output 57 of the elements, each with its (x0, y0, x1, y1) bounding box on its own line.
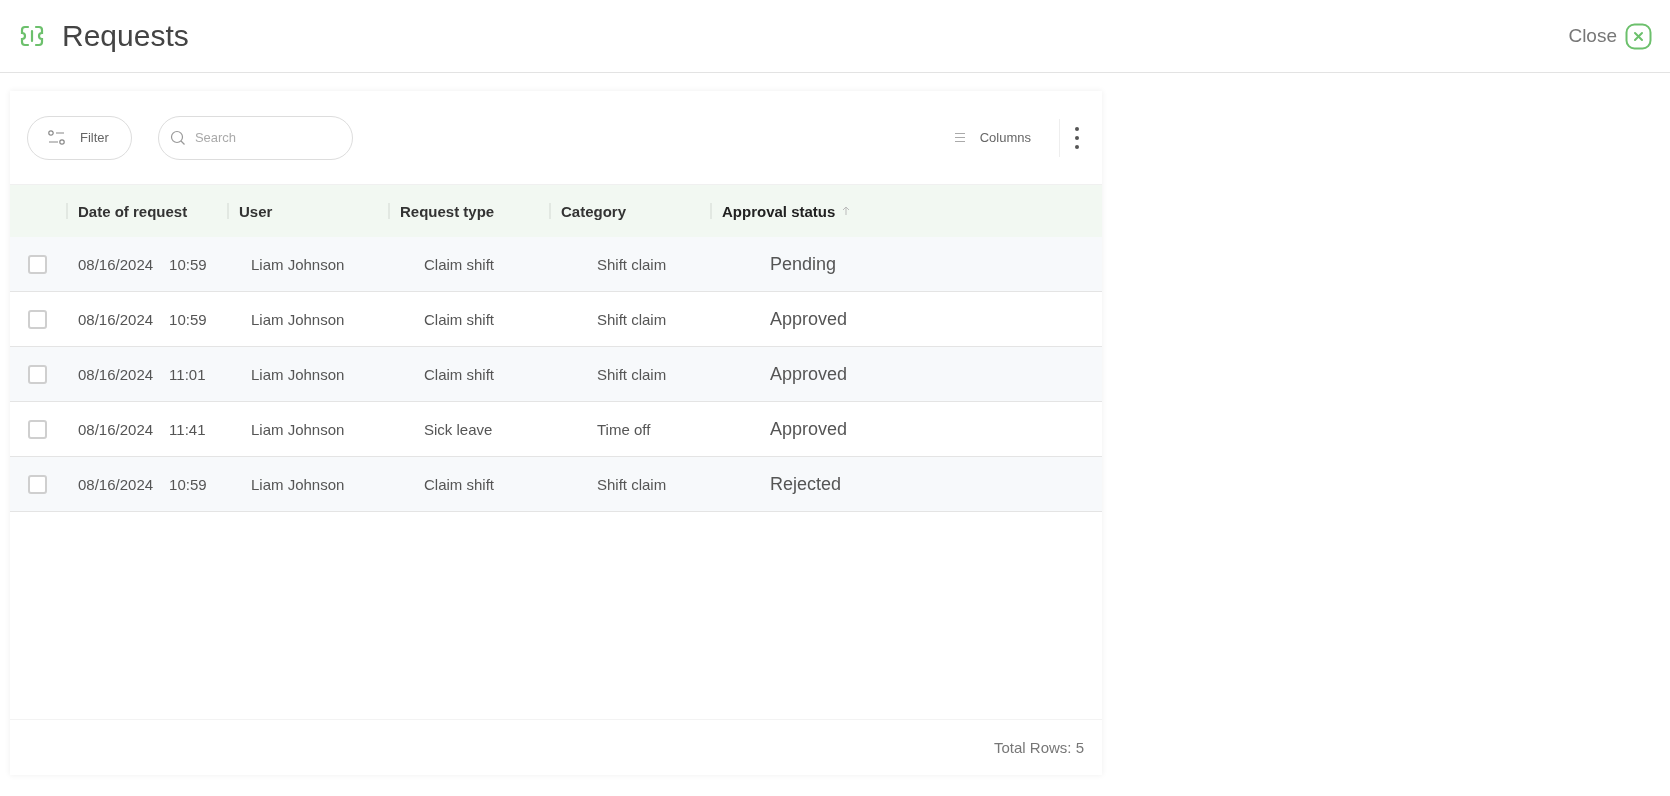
column-header[interactable]: Category (549, 203, 710, 219)
close-button[interactable]: Close (1568, 22, 1652, 50)
category-cell: Shift claim (597, 475, 667, 493)
column-header[interactable]: User (227, 203, 388, 219)
close-icon (1625, 22, 1652, 50)
table-row[interactable]: 08/16/2024 10:59 Liam Johnson Claim shift Shift claim Pending (10, 237, 1102, 292)
row-checkbox[interactable] (28, 309, 47, 329)
date-text: 08/16/2024 (78, 310, 154, 328)
user-cell: Liam Johnson (251, 255, 345, 273)
category-cell: Shift claim (597, 365, 667, 383)
category-cell: Time off (597, 420, 651, 438)
table-row[interactable]: 08/16/2024 11:01 Liam Johnson Claim shift Shift claim Approved (10, 347, 1102, 402)
table-row[interactable]: 08/16/2024 11:41 Liam Johnson Sick leave Time off Approved (10, 402, 1102, 457)
date-text: 08/16/2024 (78, 420, 154, 438)
status-cell: Approved (770, 363, 848, 385)
status-cell: Approved (770, 308, 848, 330)
request-type-cell: Claim shift (424, 365, 494, 383)
time-text: 11:01 (169, 365, 206, 383)
user-cell: Liam Johnson (251, 310, 345, 328)
category-cell: Shift claim (597, 255, 667, 273)
total-rows-text: Total Rows: 5 (993, 739, 1084, 756)
sort-arrow-icon[interactable] (841, 206, 852, 216)
user-cell: Liam Johnson (251, 475, 345, 493)
date-text: 08/16/2024 (78, 255, 154, 273)
time-text: 10:59 (169, 310, 207, 328)
request-type-cell: Sick leave (424, 420, 493, 438)
column-header[interactable]: Approval status (710, 203, 1102, 219)
request-type-cell: Claim shift (424, 310, 494, 328)
user-cell: Liam Johnson (251, 365, 345, 383)
more-icon (1074, 125, 1080, 150)
request-type-cell: Claim shift (424, 255, 494, 273)
row-checkbox[interactable] (28, 474, 47, 494)
row-checkbox[interactable] (28, 254, 47, 274)
column-header[interactable]: Request type (388, 203, 549, 219)
status-cell: Rejected (770, 473, 842, 495)
status-cell: Pending (770, 253, 837, 275)
time-text: 11:41 (169, 420, 206, 438)
table-row[interactable]: 08/16/2024 10:59 Liam Johnson Claim shift Shift claim Rejected (10, 457, 1102, 512)
page-title: Requests (62, 19, 190, 53)
filter-button[interactable]: Filter (27, 115, 132, 160)
table-row[interactable]: 08/16/2024 10:59 Liam Johnson Claim shift Shift claim Approved (10, 292, 1102, 347)
filter-icon (48, 129, 66, 146)
logo-icon (20, 25, 44, 47)
search-field[interactable]: Search (157, 115, 353, 160)
status-cell: Approved (770, 418, 848, 440)
columns-button[interactable]: Columns (949, 130, 1035, 145)
category-cell: Shift claim (597, 310, 667, 328)
row-checkbox[interactable] (28, 364, 47, 384)
time-text: 10:59 (169, 255, 207, 273)
column-header[interactable]: Date of request (66, 203, 227, 219)
time-text: 10:59 (169, 475, 207, 493)
request-type-cell: Claim shift (424, 475, 494, 493)
date-text: 08/16/2024 (78, 475, 154, 493)
list-icon (953, 132, 966, 143)
date-text: 08/16/2024 (78, 365, 154, 383)
user-cell: Liam Johnson (251, 420, 345, 438)
row-checkbox[interactable] (28, 419, 47, 439)
